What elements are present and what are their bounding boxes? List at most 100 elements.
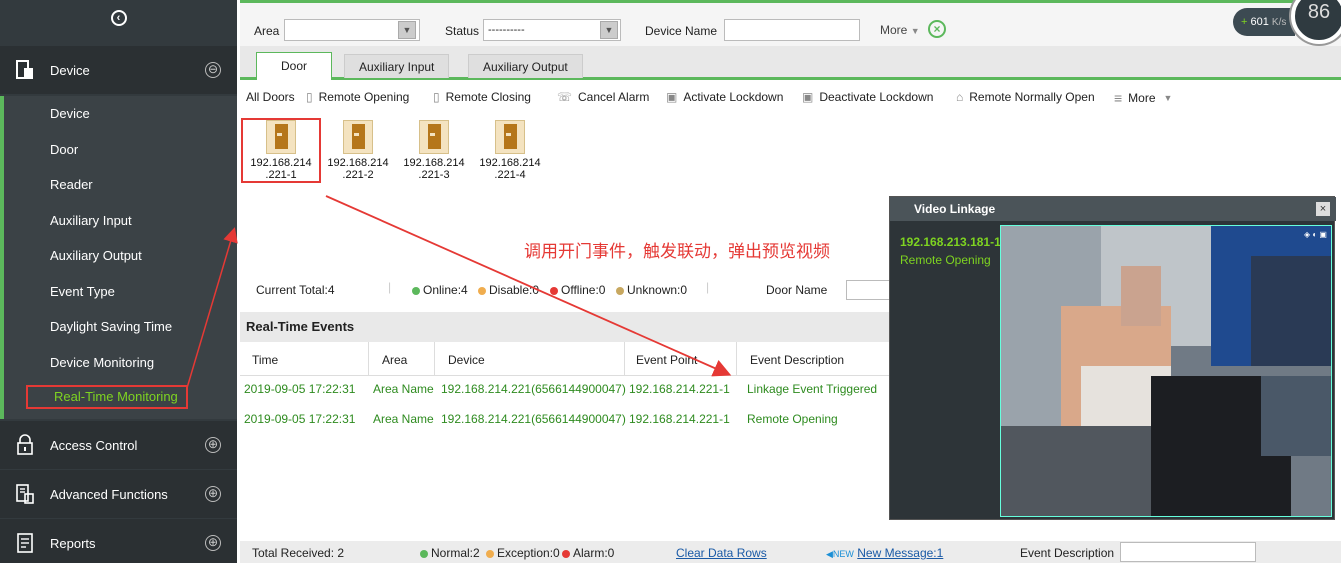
expand-icon[interactable]: ⊕ (205, 486, 221, 502)
offline-dot-icon (550, 286, 558, 295)
current-total: Current Total:4 (256, 283, 335, 297)
table-row[interactable]: 2019-09-05 17:22:31 Area Name 192.168.21… (240, 378, 890, 402)
video-overlay-icons: ◈ ◐ ▣ (1304, 230, 1327, 239)
door-name-line1: 192.168.214 (479, 157, 541, 169)
expand-icon[interactable]: ⊕ (205, 535, 221, 551)
area-label: Area (254, 24, 280, 38)
event-description-input[interactable] (1120, 542, 1256, 562)
remote-normally-open-button[interactable]: ⌂ Remote Normally Open (956, 90, 1095, 104)
filter-bar: Area ▼ Status ---------- ▼ Device Name M… (240, 0, 1341, 46)
door-icon (343, 120, 373, 154)
new-message-link[interactable]: ◀NEW New Message:1 (826, 546, 943, 560)
tab-door[interactable]: Door (256, 52, 333, 80)
cell-area: Area Name (373, 382, 434, 396)
speed-value: 601 (1250, 16, 1269, 28)
video-device: 192.168.213.181-1 (900, 235, 1001, 249)
clear-data-rows-link[interactable]: Clear Data Rows (676, 546, 767, 560)
video-event: Remote Opening (900, 253, 991, 267)
video-preview[interactable]: ◈ ◐ ▣ (1000, 225, 1332, 517)
cell-event-description: Remote Opening (747, 412, 838, 426)
speed-unit: K/s (1271, 17, 1287, 28)
cell-event-point: 192.168.214.221-1 (629, 382, 730, 396)
chevron-down-icon[interactable]: ▼ (600, 21, 618, 39)
sidebar-item-auxiliary-output[interactable]: Auxiliary Output (50, 244, 142, 268)
remote-opening-button[interactable]: ▯ Remote Opening (306, 90, 409, 104)
all-doors-button[interactable]: All Doors (246, 90, 295, 104)
alarm-count: Alarm:0 (562, 546, 614, 560)
sidebar-group-label: Reports (50, 535, 96, 551)
expand-icon[interactable]: ⊕ (205, 437, 221, 453)
sidebar-item-real-time-monitoring[interactable]: Real-Time Monitoring (26, 385, 188, 409)
tab-auxiliary-input[interactable]: Auxiliary Input (344, 54, 450, 78)
unknown-count: Unknown:0 (616, 283, 687, 297)
offline-count: Offline:0 (550, 283, 605, 297)
door-status-bar: Current Total:4 | Online:4 Disable:0 Off… (240, 278, 890, 302)
sidebar-group-access-control[interactable]: Access Control ⊕ (0, 421, 237, 469)
device-name-label: Device Name (645, 24, 718, 38)
door-name-label: Door Name (766, 283, 828, 297)
normal-count: Normal:2 (420, 546, 480, 560)
close-icon[interactable]: × (1316, 202, 1330, 216)
sidebar-item-reader[interactable]: Reader (50, 173, 93, 197)
disable-count: Disable:0 (478, 283, 539, 297)
sidebar-item-auxiliary-input[interactable]: Auxiliary Input (50, 209, 132, 233)
door-tile[interactable]: 192.168.214 .221-4 (472, 120, 548, 181)
chevron-down-icon[interactable]: ▼ (398, 21, 416, 39)
col-event-description[interactable]: Event Description (750, 353, 844, 367)
col-time[interactable]: Time (252, 353, 278, 367)
activate-lockdown-button[interactable]: ▣ Activate Lockdown (666, 90, 783, 104)
sidebar-item-device[interactable]: Device (50, 102, 90, 126)
events-title: Real-Time Events (240, 312, 890, 342)
lock-icon (0, 434, 50, 456)
alarm-icon: ☏ (557, 90, 573, 104)
deactivate-lockdown-button[interactable]: ▣ Deactivate Lockdown (802, 90, 933, 104)
sidebar-group-advanced-functions[interactable]: Advanced Functions ⊕ (0, 470, 237, 518)
collapse-sidebar-button[interactable]: ‹ (0, 10, 237, 44)
door-name-line1: 192.168.214 (327, 157, 389, 169)
door-name-line2: .221-3 (418, 169, 450, 181)
event-description-label: Event Description (1020, 546, 1115, 560)
device-name-input[interactable] (724, 19, 860, 41)
chevron-left-icon: ‹ (110, 10, 127, 26)
col-area[interactable]: Area (382, 353, 407, 367)
sidebar-item-daylight-saving-time[interactable]: Daylight Saving Time (50, 315, 172, 339)
new-message-icon: ◀NEW (826, 549, 854, 559)
door-tile[interactable]: 192.168.214 .221-3 (396, 120, 472, 181)
door-tile[interactable]: 192.168.214 .221-1 (241, 118, 321, 183)
door-tile[interactable]: 192.168.214 .221-2 (320, 120, 396, 181)
lockdown-icon: ▣ (666, 90, 678, 104)
total-received: Total Received: 2 (252, 546, 345, 560)
normal-dot-icon (420, 549, 428, 558)
video-event-info: 192.168.213.181-1 Remote Opening (900, 233, 1001, 269)
sidebar-item-device-monitoring[interactable]: Device Monitoring (50, 351, 154, 375)
collapse-icon[interactable]: ⊖ (205, 62, 221, 78)
door-name-line2: .221-1 (265, 169, 297, 181)
door-name-input[interactable] (846, 280, 890, 300)
cancel-alarm-button[interactable]: ☏ Cancel Alarm (557, 90, 649, 104)
annotation-text: 调用开门事件，触发联动，弹出预览视频 (524, 242, 830, 262)
sidebar-group-reports[interactable]: Reports ⊕ (0, 519, 237, 563)
menu-icon: ≡ (1114, 90, 1123, 106)
events-header: Time Area Device Event Point Event Descr… (240, 342, 890, 376)
table-row[interactable]: 2019-09-05 17:22:31 Area Name 192.168.21… (240, 408, 890, 432)
sidebar-group-device[interactable]: Device ⊖ (0, 46, 237, 94)
clear-filter-icon[interactable]: × (928, 20, 946, 38)
door-name-line2: .221-4 (494, 169, 526, 181)
more-actions-button[interactable]: ≡ More ▼ (1114, 90, 1172, 106)
col-device[interactable]: Device (448, 353, 485, 367)
cell-device: 192.168.214.221(6566144900047) (441, 382, 626, 396)
door-open-icon: ▯ (306, 90, 313, 104)
exception-count: Exception:0 (486, 546, 560, 560)
remote-closing-button[interactable]: ▯ Remote Closing (433, 90, 531, 104)
door-icon (266, 120, 296, 154)
unknown-dot-icon (616, 286, 624, 295)
online-dot-icon (412, 286, 420, 295)
sidebar-item-event-type[interactable]: Event Type (50, 280, 115, 304)
action-toolbar: All Doors ▯ Remote Opening ▯ Remote Closin… (240, 82, 1341, 110)
more-filters-button[interactable]: More ▼ (880, 23, 920, 37)
col-event-point[interactable]: Event Point (636, 353, 697, 367)
sidebar-item-door[interactable]: Door (50, 138, 78, 162)
sidebar-group-label: Advanced Functions (50, 486, 168, 502)
tab-auxiliary-output[interactable]: Auxiliary Output (468, 54, 583, 78)
disable-dot-icon (478, 286, 486, 295)
